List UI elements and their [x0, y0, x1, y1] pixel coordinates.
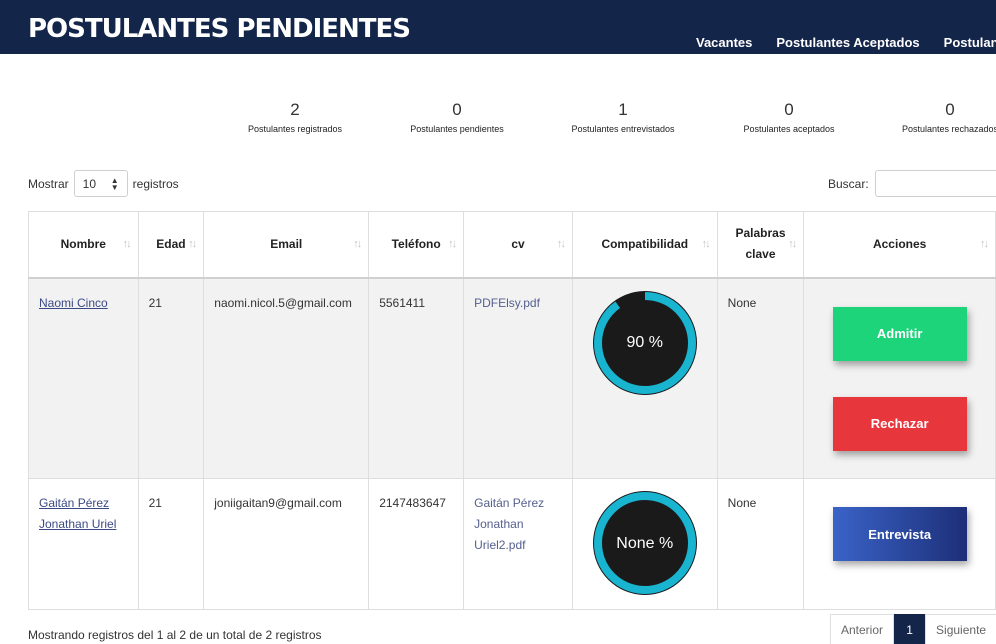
- table-header-row: Nombre ↑↓ Edad ↑↓ Email ↑↓ Teléfono ↑↓ cv ↑↓ …: [28, 211, 996, 279]
- table-info: Mostrando registros del 1 al 2 de un tot…: [28, 628, 322, 642]
- col-cv[interactable]: cv ↑↓: [463, 211, 573, 279]
- cell-telefono: 2147483647: [368, 478, 465, 610]
- col-edad[interactable]: Edad ↑↓: [137, 211, 205, 279]
- stat-entrevistados: 1 Postulantes entrevistados: [543, 100, 703, 134]
- col-nombre[interactable]: Nombre ↑↓: [28, 211, 139, 279]
- search-control: Buscar:: [828, 170, 996, 197]
- sort-icon: ↑↓: [122, 238, 132, 251]
- col-palabras-clave[interactable]: Palabras clave ↑↓: [716, 211, 805, 279]
- col-telefono[interactable]: Teléfono ↑↓: [368, 211, 465, 279]
- stat-label: Postulantes pendientes: [410, 124, 504, 134]
- stat-value: 1: [618, 100, 628, 119]
- table-row: Gaitán Pérez Jonathan Uriel 21 joniigait…: [28, 478, 996, 610]
- cell-edad: 21: [137, 478, 205, 610]
- cv-link[interactable]: PDFElsy.pdf: [474, 296, 540, 310]
- reject-button[interactable]: Rechazar: [832, 396, 967, 451]
- page-size-value: 10: [82, 176, 97, 191]
- stat-label: Postulantes rechazados: [901, 124, 996, 134]
- sort-icon: ↑↓: [556, 238, 566, 251]
- next-page-button[interactable]: Siguiente: [925, 614, 996, 644]
- compatibility-gauge: 90 %: [592, 290, 697, 395]
- compatibility-value: None %: [616, 534, 674, 552]
- search-input[interactable]: [874, 170, 996, 197]
- select-arrows-icon: ▲ ▼: [110, 175, 119, 192]
- sort-icon: ↑↓: [980, 238, 989, 251]
- cell-compatibilidad: None %: [571, 478, 718, 610]
- stat-label: Postulantes registrados: [247, 124, 343, 134]
- nav-links: Vacantes Postulantes Aceptados Postulant…: [696, 35, 996, 50]
- applicant-name-link[interactable]: Gaitán Pérez Jonathan Uriel: [39, 496, 116, 531]
- col-acciones[interactable]: Acciones ↑↓: [803, 211, 996, 279]
- applicant-name-link[interactable]: Naomi Cinco: [39, 296, 108, 310]
- cell-nombre: Gaitán Pérez Jonathan Uriel: [28, 478, 139, 610]
- page-length-control: Mostrar 10 ▲ ▼ registros: [28, 170, 179, 197]
- applicants-table: Nombre ↑↓ Edad ↑↓ Email ↑↓ Teléfono ↑↓ cv ↑↓ …: [28, 211, 996, 610]
- table-row: Naomi Cinco 21 naomi.nicol.5@gmail.com 5…: [28, 277, 996, 479]
- stat-value: 0: [945, 100, 955, 119]
- stat-value: 2: [290, 100, 300, 119]
- interview-button[interactable]: Entrevista: [832, 507, 967, 561]
- nav-vacantes[interactable]: Vacantes: [696, 35, 752, 50]
- compatibility-value: 90 %: [626, 334, 663, 351]
- cell-palabras-clave: None: [716, 277, 805, 479]
- pagination: Anterior 1 Siguiente: [830, 614, 996, 644]
- stat-value: 0: [784, 100, 794, 119]
- cell-acciones: Entrevista: [803, 478, 996, 610]
- cell-cv: Gaitán Pérez Jonathan Uriel2.pdf: [463, 478, 573, 610]
- sort-icon: ↑↓: [188, 238, 197, 251]
- sort-icon: ↑↓: [353, 238, 362, 251]
- stat-aceptados: 0 Postulantes aceptados: [709, 100, 869, 134]
- sort-icon: ↑↓: [701, 238, 711, 251]
- cell-edad: 21: [137, 277, 205, 479]
- stat-label: Postulantes aceptados: [743, 124, 835, 134]
- records-label: registros: [132, 176, 179, 191]
- page-1-button[interactable]: 1: [894, 614, 926, 644]
- sort-icon: ↑↓: [788, 238, 797, 251]
- col-compatibilidad[interactable]: Compatibilidad ↑↓: [571, 211, 718, 279]
- stat-registrados: 2 Postulantes registrados: [215, 100, 375, 134]
- col-email[interactable]: Email ↑↓: [203, 211, 370, 279]
- stats-summary: 2 Postulantes registrados 0 Postulantes …: [0, 100, 996, 140]
- cell-palabras-clave: None: [716, 478, 805, 610]
- show-label: Mostrar: [28, 176, 69, 191]
- sort-icon: ↑↓: [448, 238, 457, 251]
- stat-rechazados: 0 Postulantes rechazados: [870, 100, 996, 134]
- cell-email: joniigaitan9@gmail.com: [203, 478, 370, 610]
- prev-page-button[interactable]: Anterior: [830, 614, 895, 644]
- nav-postulantes[interactable]: Postulantes: [944, 35, 996, 50]
- cell-compatibilidad: 90 %: [571, 277, 718, 479]
- admit-button[interactable]: Admitir: [832, 306, 967, 361]
- cell-email: naomi.nicol.5@gmail.com: [203, 277, 370, 479]
- cell-nombre: Naomi Cinco: [28, 277, 139, 479]
- cell-telefono: 5561411: [368, 277, 465, 479]
- page-size-select[interactable]: 10 ▲ ▼: [73, 170, 128, 197]
- cv-link[interactable]: Gaitán Pérez Jonathan Uriel2.pdf: [474, 496, 544, 552]
- cell-acciones: Admitir Rechazar: [803, 277, 996, 479]
- top-navbar: POSTULANTES PENDIENTES Vacantes Postulan…: [0, 0, 996, 54]
- page-title: POSTULANTES PENDIENTES: [28, 14, 411, 44]
- stat-label: Postulantes entrevistados: [571, 124, 675, 134]
- search-label: Buscar:: [828, 176, 869, 191]
- nav-postulantes-aceptados[interactable]: Postulantes Aceptados: [776, 35, 919, 50]
- stat-value: 0: [452, 100, 462, 119]
- compatibility-gauge: None %: [592, 491, 697, 595]
- cell-cv: PDFElsy.pdf: [463, 277, 573, 479]
- stat-pendientes: 0 Postulantes pendientes: [377, 100, 537, 134]
